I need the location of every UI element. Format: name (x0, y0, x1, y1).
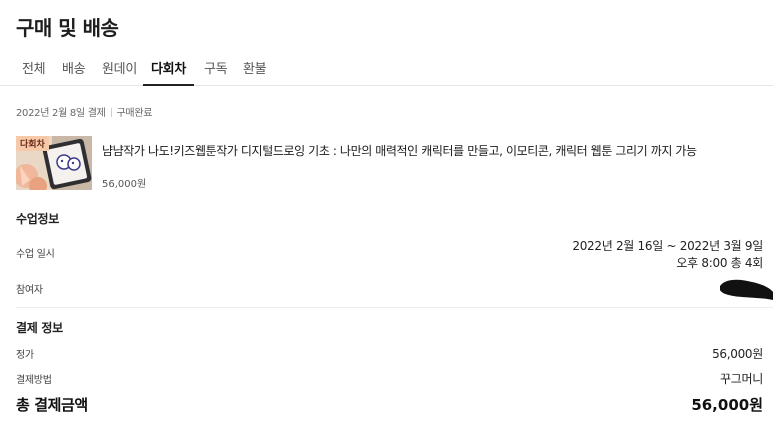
section-divider (16, 307, 773, 308)
tab-delivery[interactable]: 배송 (62, 58, 86, 86)
class-info-heading: 수업정보 (16, 212, 59, 226)
total-amount-label: 총 결제금액 (16, 396, 88, 414)
order-status: 구매완료 (116, 108, 153, 119)
tab-refund[interactable]: 환불 (243, 58, 267, 86)
schedule-dates: 2022년 2월 16일 ~ 2022년 3월 9일 (572, 239, 763, 253)
payment-info-heading: 결제 정보 (16, 321, 63, 335)
order-date: 2022년 2월 8일 결제 (16, 108, 106, 119)
purchase-detail-page: 구매 및 배송 전체 배송 원데이 다회차 구독 환불 2022년 2월 8일 … (0, 0, 773, 426)
meta-divider (110, 108, 112, 117)
thumbnail-badge: 다회차 (16, 136, 49, 151)
participant-label: 참여자 (16, 285, 43, 296)
tab-all[interactable]: 전체 (22, 58, 46, 86)
order-meta: 2022년 2월 8일 결제 구매완료 (16, 104, 152, 119)
schedule-time: 오후 8:00 총 4회 (676, 256, 763, 270)
payment-method-value: 꾸그머니 (720, 372, 763, 386)
tab-multi-session[interactable]: 다회차 (143, 58, 194, 86)
product-title[interactable]: 냠냠작가 나도!키즈웹툰작가 디지털드로잉 기초 : 나만의 매력적인 캐릭터를… (102, 142, 762, 159)
product-thumbnail[interactable]: 다회차 (16, 136, 92, 190)
product-price: 56,000원 (102, 179, 147, 190)
total-amount-value: 56,000원 (691, 396, 763, 414)
category-tabs: 전체 배송 원데이 다회차 구독 환불 (0, 50, 773, 86)
tab-oneday[interactable]: 원데이 (102, 58, 137, 86)
schedule-label: 수업 일시 (16, 249, 55, 260)
payment-method-label: 결제방법 (16, 375, 52, 386)
page-title: 구매 및 배송 (16, 16, 119, 40)
participant-redaction (720, 279, 773, 300)
tab-subscription[interactable]: 구독 (204, 58, 228, 86)
list-price-value: 56,000원 (712, 347, 763, 361)
list-price-label: 정가 (16, 350, 34, 361)
